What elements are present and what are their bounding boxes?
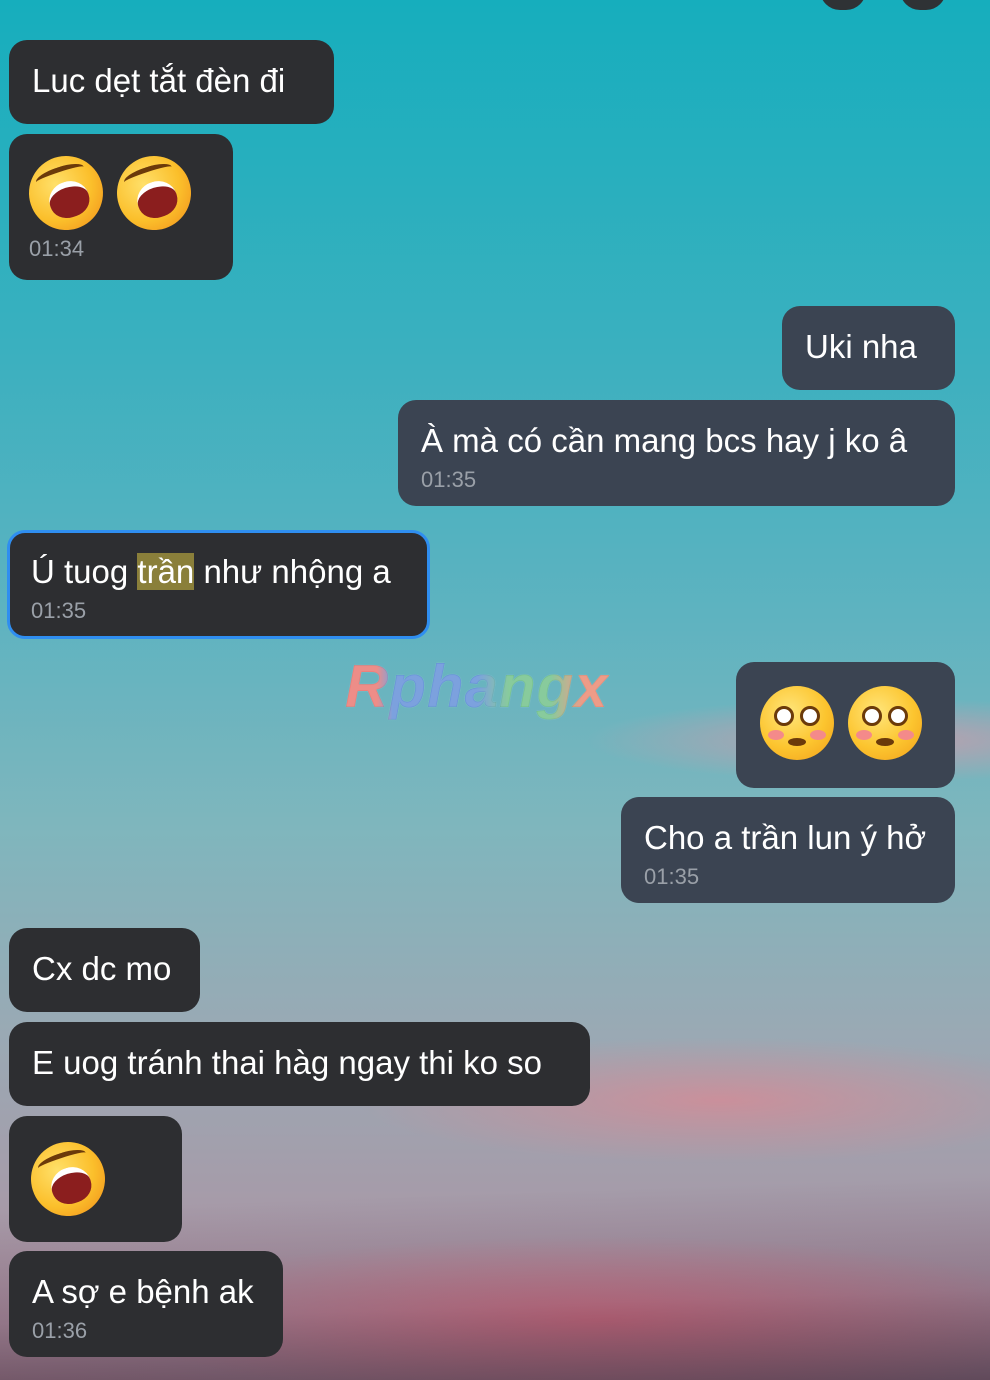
message-text: A sợ e bệnh ak xyxy=(32,1273,254,1310)
laughing-emoji-icon xyxy=(107,146,201,240)
message-outgoing[interactable]: Cho a trần lun ý hở 01:35 xyxy=(621,797,955,903)
message-text: E uog tránh thai hàg ngay thi ko so xyxy=(32,1044,543,1081)
message-incoming[interactable]: Luc dẹt tắt đèn đi xyxy=(9,40,334,124)
message-time: 01:35 xyxy=(421,467,477,492)
message-time: 01:35 xyxy=(644,864,700,889)
laughing-emoji-icon xyxy=(21,1132,115,1226)
message-outgoing-emoji[interactable] xyxy=(736,662,955,788)
top-button-right[interactable] xyxy=(900,0,946,10)
message-time: 01:34 xyxy=(29,236,85,261)
message-outgoing[interactable]: Uki nha xyxy=(782,306,955,390)
message-outgoing[interactable]: À mà có cần mang bcs hay j ko â 01:35 xyxy=(398,400,955,506)
message-time: 01:36 xyxy=(32,1318,88,1343)
flushed-emoji-icon xyxy=(760,686,834,760)
message-text-before: Ú tuog xyxy=(31,553,138,590)
message-time: 01:35 xyxy=(31,598,87,623)
message-text: Cho a trần lun ý hở xyxy=(644,819,927,856)
message-incoming[interactable]: A sợ e bệnh ak 01:36 xyxy=(9,1251,283,1357)
message-incoming-emoji[interactable] xyxy=(9,1116,182,1242)
laughing-emoji-icon xyxy=(19,146,113,240)
message-text: À mà có cần mang bcs hay j ko â xyxy=(421,422,908,459)
top-button-left[interactable] xyxy=(820,0,866,10)
flushed-emoji-icon xyxy=(848,686,922,760)
message-text: Uki nha xyxy=(805,328,917,365)
message-incoming-selected[interactable]: Ú tuog trần như nhộng a 01:35 xyxy=(7,530,430,639)
message-text: Cx dc mo xyxy=(32,950,172,987)
highlighted-word: trần xyxy=(137,553,195,590)
message-incoming[interactable]: E uog tránh thai hàg ngay thi ko so xyxy=(9,1022,590,1106)
message-incoming[interactable]: Cx dc mo xyxy=(9,928,200,1012)
message-text: Luc dẹt tắt đèn đi xyxy=(32,62,286,99)
message-incoming-emoji[interactable]: 01:34 xyxy=(9,134,233,280)
watermark-logo: Rphangx xyxy=(345,653,609,720)
message-text-after: như nhộng a xyxy=(194,553,391,590)
